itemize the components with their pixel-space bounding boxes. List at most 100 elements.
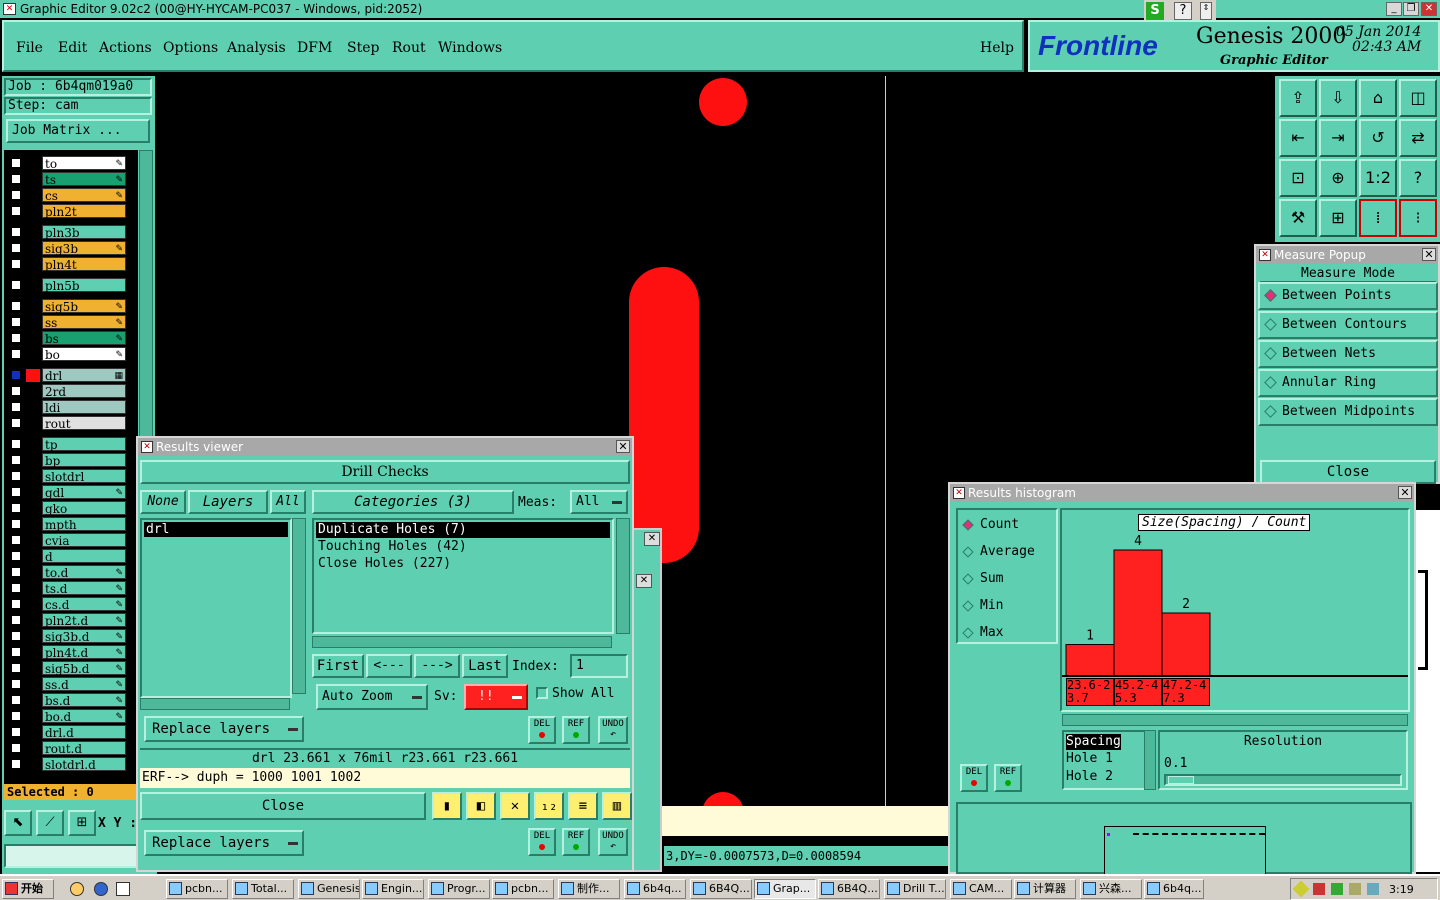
layer-name[interactable]: sig5b.d ✎ <box>42 661 126 676</box>
menu-windows[interactable]: Windows <box>438 40 502 56</box>
layer-row-ss-d[interactable]: ss.d ✎ <box>8 677 126 692</box>
tray-icon-4[interactable] <box>1349 883 1361 895</box>
select-tool-icon[interactable]: ⬉ <box>4 810 32 836</box>
layer-color-swatch[interactable] <box>26 678 40 691</box>
quicklaunch-edit-icon[interactable] <box>116 882 130 896</box>
menu-options[interactable]: Options <box>163 40 218 56</box>
hist-mode-sum[interactable]: Sum <box>962 568 1056 590</box>
layer-checkbox[interactable] <box>10 173 22 185</box>
layer-left-icon[interactable]: ⇤ <box>1279 119 1317 157</box>
layer-name[interactable]: ts.d ✎ <box>42 581 126 596</box>
layer-list-scrollbar[interactable] <box>292 518 306 694</box>
layer-checkbox[interactable] <box>10 300 22 312</box>
taskbar-item[interactable]: 6b4q... <box>624 879 686 899</box>
all-layers-button[interactable]: All <box>270 490 306 514</box>
layer-name[interactable]: pln2t <box>42 204 126 219</box>
layer-name[interactable]: pln3b <box>42 225 126 240</box>
start-button[interactable]: 开始 <box>2 879 54 899</box>
layer-color-swatch[interactable] <box>26 438 40 451</box>
tray-icon-5[interactable] <box>1367 883 1379 895</box>
show-all-checkbox[interactable] <box>536 687 548 699</box>
layer-checkbox[interactable] <box>10 518 22 530</box>
layer-name[interactable]: bp <box>42 453 126 468</box>
layer-checkbox[interactable] <box>10 454 22 466</box>
swap-icon[interactable]: ⇄ <box>1399 119 1437 157</box>
layer-checkbox[interactable] <box>10 279 22 291</box>
taskbar-item[interactable]: Drill T... <box>884 879 946 899</box>
auto-zoom-dropdown[interactable]: Auto Zoom <box>316 684 428 710</box>
command-input[interactable] <box>4 844 154 868</box>
spacing-list-item[interactable]: Spacing <box>1066 734 1121 750</box>
hist-del-button[interactable]: DEL <box>960 764 988 792</box>
layer-result-list[interactable]: drl <box>140 518 292 698</box>
layer-color-swatch[interactable] <box>26 710 40 723</box>
menu-dfm[interactable]: DFM <box>297 40 332 56</box>
layer-color-swatch[interactable] <box>26 614 40 627</box>
measure-option-between-points[interactable]: Between Points <box>1258 282 1438 310</box>
layer-color-swatch[interactable] <box>26 385 40 398</box>
hist-mode-count[interactable]: Count <box>962 514 1056 536</box>
layer-color-swatch[interactable] <box>26 742 40 755</box>
layer-color-swatch[interactable] <box>26 758 40 771</box>
layer-color-swatch[interactable] <box>26 401 40 414</box>
menu-file[interactable]: File <box>16 40 43 56</box>
layer-row-slotdrl[interactable]: slotdrl <box>8 469 126 484</box>
layer-name[interactable]: ts ✎ <box>42 172 126 187</box>
taskbar-item[interactable]: Engin... <box>362 879 424 899</box>
layer-checkbox[interactable] <box>10 742 22 754</box>
layer-checkbox[interactable] <box>10 598 22 610</box>
category-list[interactable]: Duplicate Holes (7) Touching Holes (42) … <box>312 518 614 634</box>
categories-button[interactable]: Categories (3) <box>312 490 514 514</box>
layer-name[interactable]: mpth <box>42 517 126 532</box>
layer-checkbox[interactable] <box>10 678 22 690</box>
layer-checkbox[interactable] <box>10 385 22 397</box>
results-close-button[interactable]: Close <box>140 792 426 820</box>
layer-name[interactable]: to.d ✎ <box>42 565 126 580</box>
layer-list-hscroll[interactable] <box>140 698 290 710</box>
layer-color-swatch[interactable] <box>26 205 40 218</box>
layer-color-swatch[interactable] <box>26 502 40 515</box>
layer-checkbox[interactable] <box>10 332 22 344</box>
home-icon[interactable]: ⌂ <box>1359 79 1397 117</box>
layer-name[interactable]: slotdrl.d <box>42 757 126 772</box>
layer-row-to[interactable]: to ✎ <box>8 156 126 171</box>
layer-name[interactable]: pln5b <box>42 278 126 293</box>
layer-checkbox[interactable] <box>10 614 22 626</box>
layer-checkbox[interactable] <box>10 566 22 578</box>
layer-row-bp[interactable]: bp <box>8 453 126 468</box>
measure-option-between-midpoints[interactable]: Between Midpoints <box>1258 398 1438 426</box>
layer-checkbox[interactable] <box>10 758 22 770</box>
layer-name[interactable]: sig5b ✎ <box>42 299 126 314</box>
measure-option-between-contours[interactable]: Between Contours <box>1258 311 1438 339</box>
taskbar-item[interactable]: 6b4q... <box>1144 879 1204 899</box>
number-icon[interactable]: ₁₂ <box>534 792 564 820</box>
layer-row-ts[interactable]: ts ✎ <box>8 172 126 187</box>
layer-name[interactable]: gko <box>42 501 126 516</box>
highlight-icon[interactable]: ▮ <box>432 792 462 820</box>
category-item[interactable]: Touching Holes (42) <box>316 539 610 555</box>
layer-color-swatch[interactable] <box>26 518 40 531</box>
save-icon[interactable]: ⇩ <box>1319 79 1357 117</box>
layer-name[interactable]: slotdrl <box>42 469 126 484</box>
replace-layers-dropdown[interactable]: Replace layers <box>144 716 304 742</box>
layer-row-cs-d[interactable]: cs.d ✎ <box>8 597 126 612</box>
help-icon[interactable]: ? <box>1399 159 1437 197</box>
none-button[interactable]: None <box>140 490 186 514</box>
taskbar-item[interactable]: CAM... <box>950 879 1012 899</box>
layer-row-tp[interactable]: tp <box>8 437 126 452</box>
layer-checkbox[interactable] <box>10 316 22 328</box>
ref-button[interactable]: REF <box>562 716 590 744</box>
layer-name[interactable]: bo ✎ <box>42 347 126 362</box>
layer-name[interactable]: pln2t.d ✎ <box>42 613 126 628</box>
histogram-bar[interactable] <box>1113 549 1163 677</box>
layer-row-cvia[interactable]: cvia <box>8 533 126 548</box>
measure-tool-icon[interactable]: ⟋ <box>36 810 64 836</box>
menu-rout[interactable]: Rout <box>392 40 426 56</box>
layer-checkbox[interactable] <box>10 662 22 674</box>
layer-color-swatch[interactable] <box>26 630 40 643</box>
first-button[interactable]: First <box>312 654 364 678</box>
help-tray-icon[interactable]: ? <box>1174 2 1192 20</box>
hidden-close-icon-1[interactable]: ✕ <box>644 532 660 546</box>
histogram-hscroll[interactable] <box>1062 714 1408 726</box>
layer-color-swatch[interactable] <box>26 332 40 345</box>
